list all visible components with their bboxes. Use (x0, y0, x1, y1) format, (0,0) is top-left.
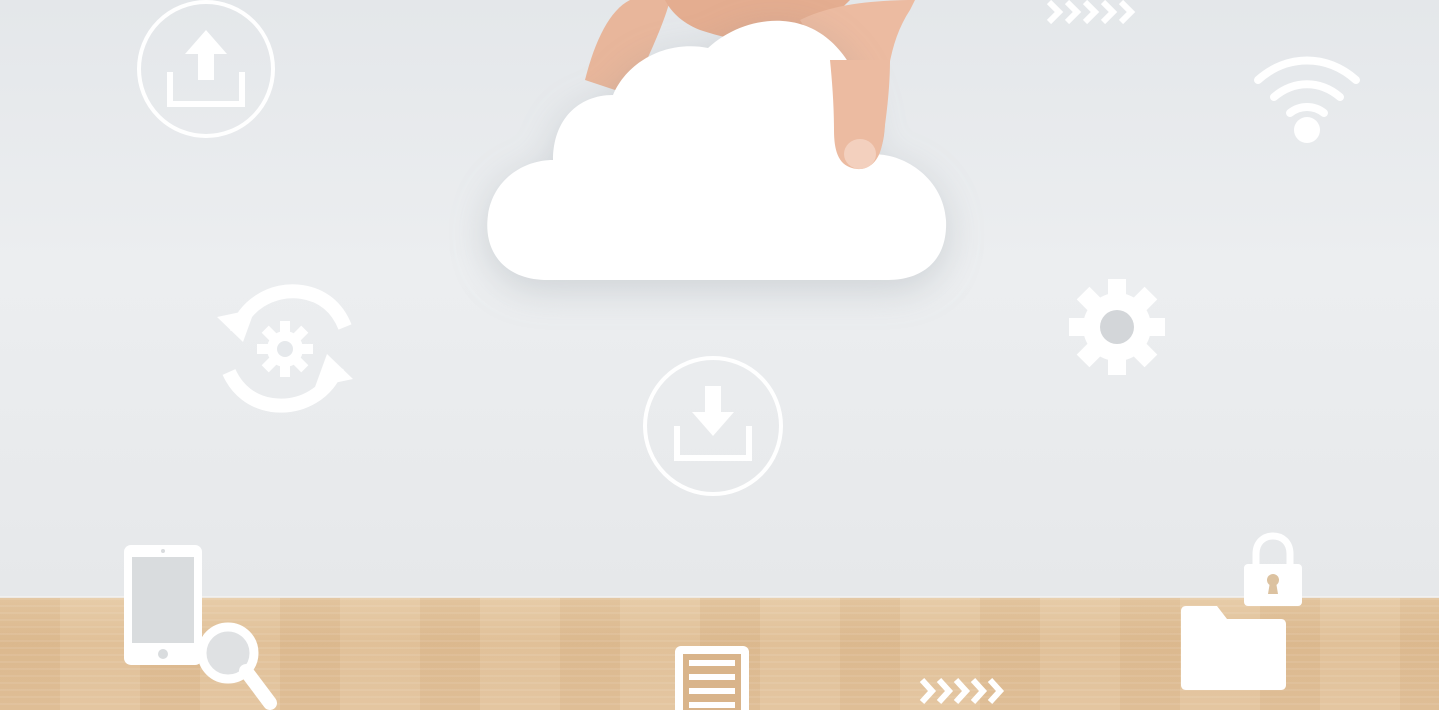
chevrons-icon (1045, 0, 1140, 25)
lock-icon (1242, 532, 1304, 608)
upload-icon (135, 0, 277, 142)
cloud-scene (0, 0, 1439, 710)
phone-search-icon (122, 543, 277, 710)
download-icon (641, 354, 785, 498)
wifi-icon (1252, 50, 1362, 146)
finger-tip (820, 60, 900, 175)
document-icon (673, 644, 753, 710)
chevrons-icon (918, 677, 1010, 705)
folder-icon (1179, 605, 1287, 691)
sync-gear-icon (217, 284, 357, 413)
gear-icon (1068, 278, 1166, 376)
